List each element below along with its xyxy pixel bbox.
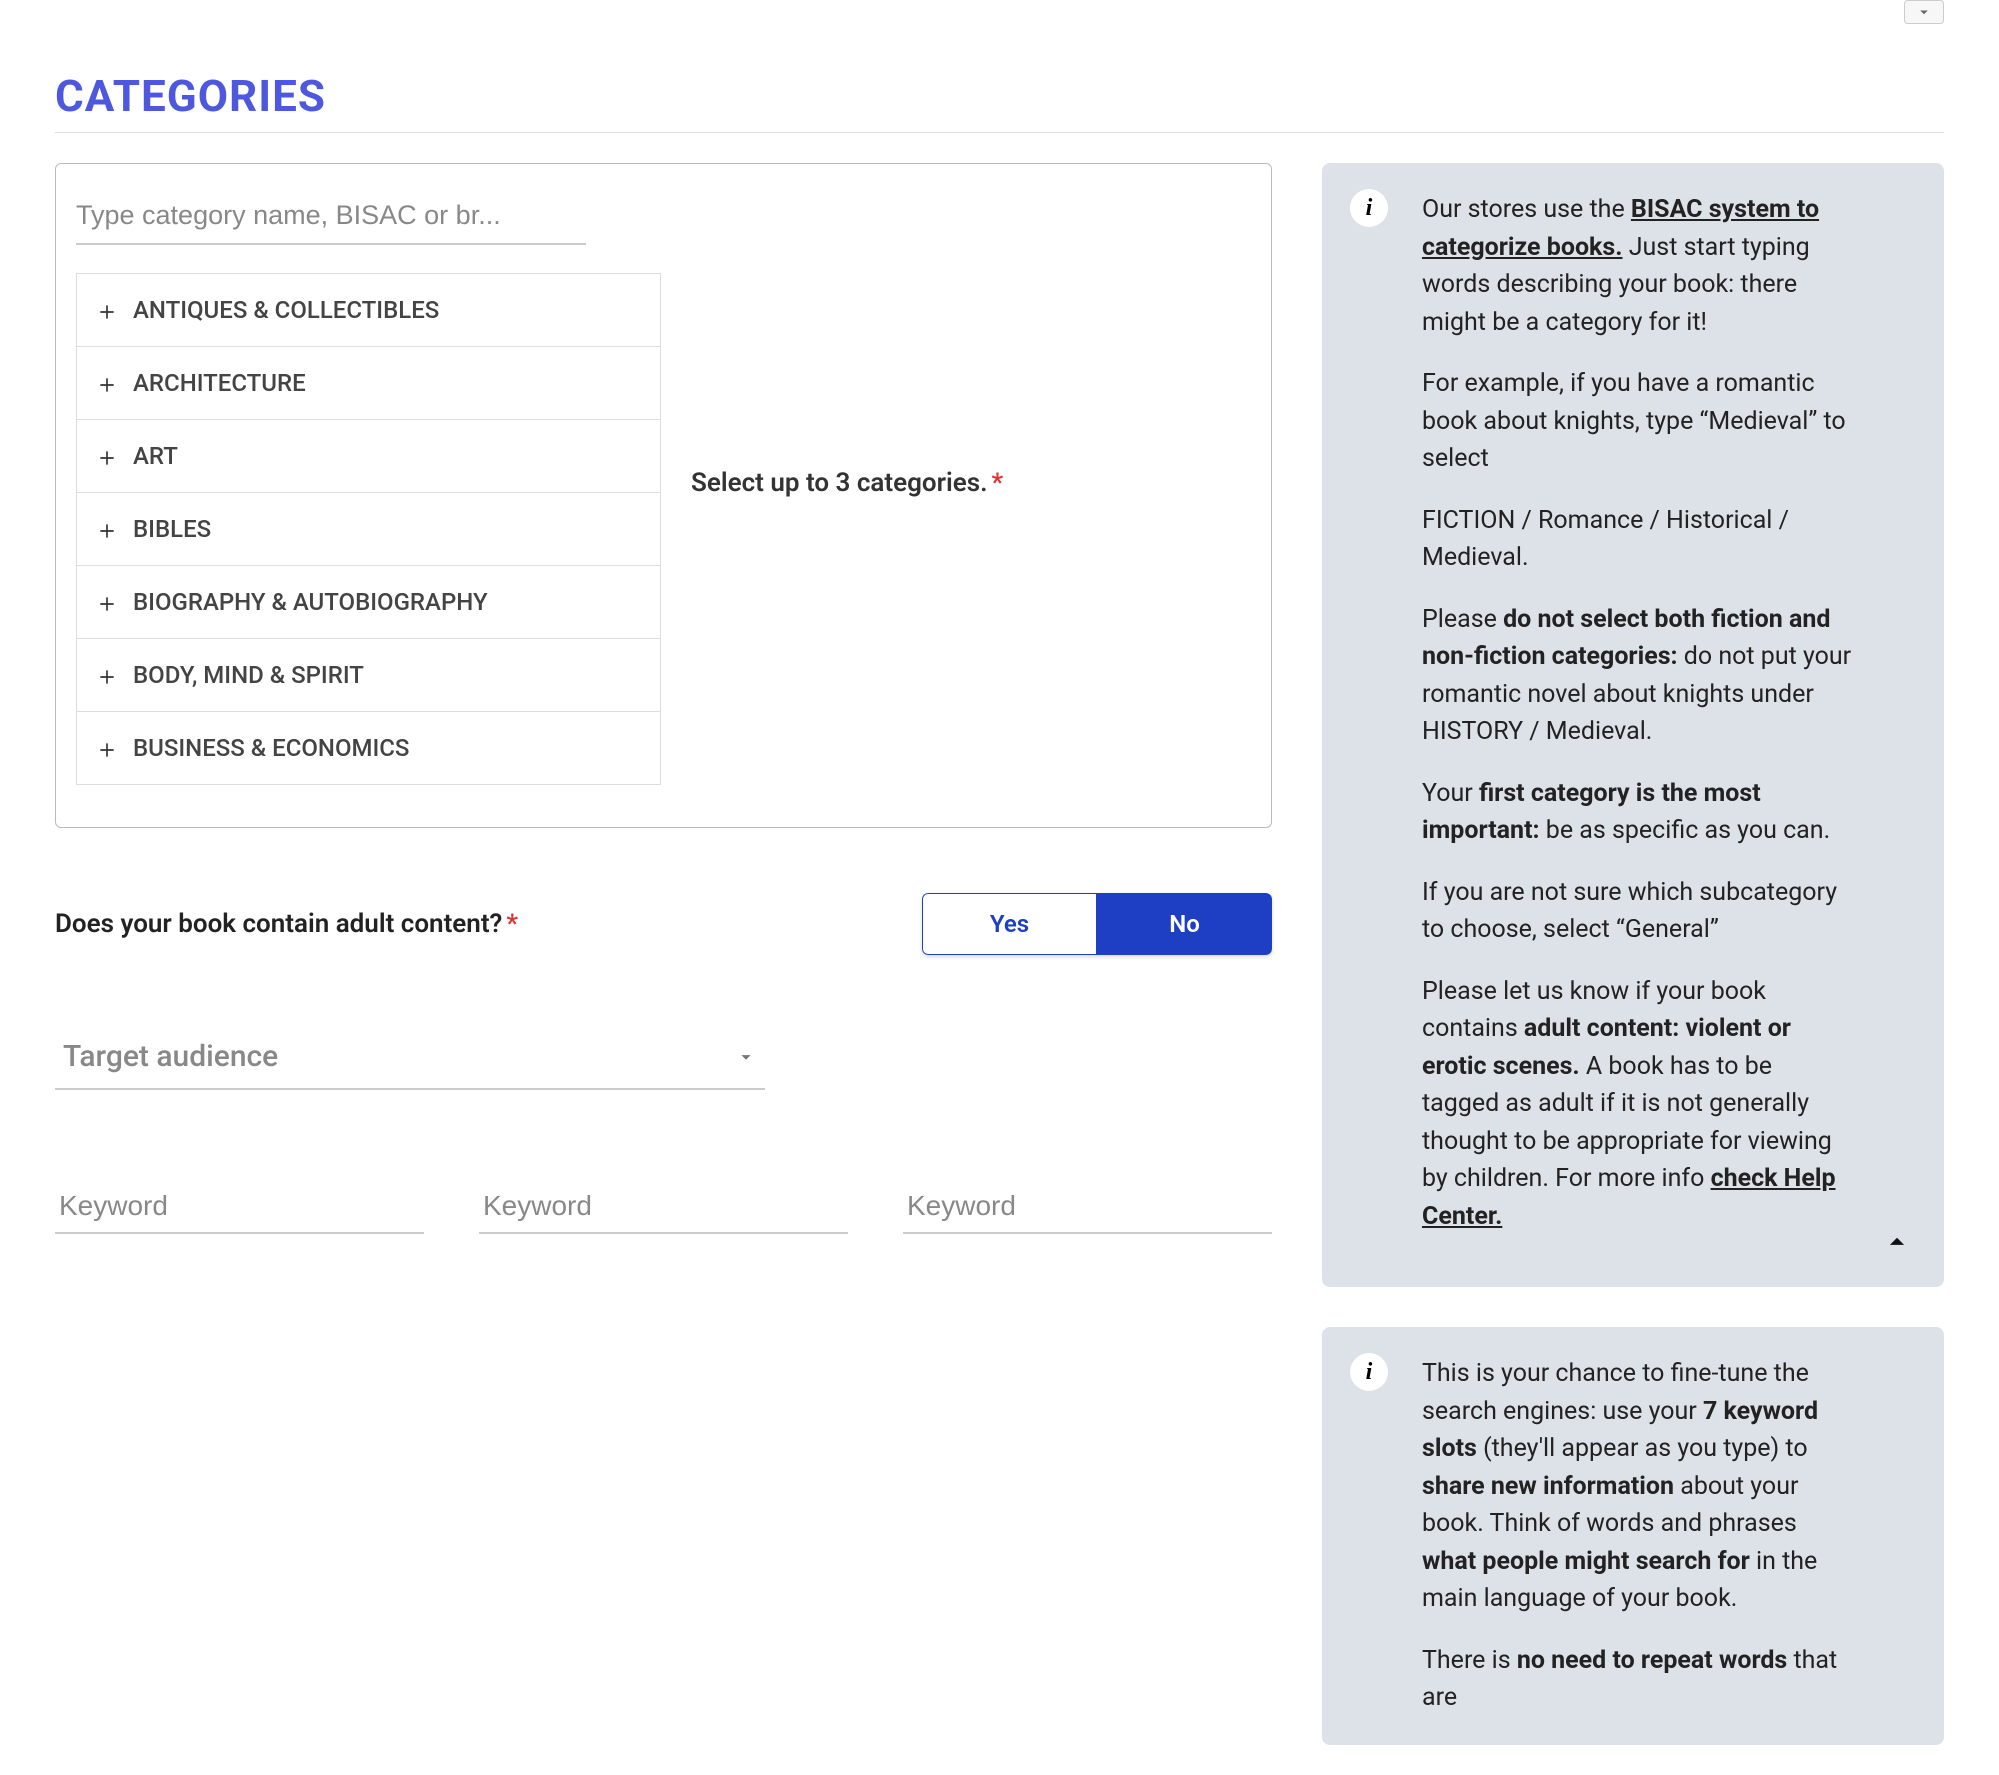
category-label: BODY, MIND & SPIRIT <box>133 661 364 689</box>
category-row[interactable]: BODY, MIND & SPIRIT <box>77 639 660 712</box>
adult-yes-button[interactable]: Yes <box>922 893 1097 955</box>
info-text: FICTION / Romance / Historical / Medieva… <box>1422 502 1854 577</box>
plus-icon <box>97 300 117 320</box>
category-search-input[interactable] <box>76 188 586 243</box>
target-audience-placeholder: Target audience <box>63 1039 278 1074</box>
category-list: ANTIQUES & COLLECTIBLES ARCHITECTURE ART… <box>76 273 661 785</box>
category-label: BIBLES <box>133 515 211 543</box>
keyword-input-2[interactable] <box>479 1180 848 1234</box>
select-up-to-label: Select up to 3 categories.* <box>691 468 1003 498</box>
adult-no-button[interactable]: No <box>1097 893 1272 955</box>
plus-icon <box>97 373 117 393</box>
chevron-down-icon <box>735 1046 757 1068</box>
required-asterisk: * <box>506 909 518 939</box>
category-row[interactable]: ART <box>77 420 660 493</box>
category-row[interactable]: BIBLES <box>77 493 660 566</box>
section-title: CATEGORIES <box>55 70 1944 122</box>
chevron-down-icon <box>1915 3 1933 21</box>
chevron-up-icon <box>1880 1225 1914 1259</box>
panel-expand-button[interactable] <box>1904 0 1944 24</box>
category-label: ART <box>133 442 178 470</box>
categories-box: ANTIQUES & COLLECTIBLES ARCHITECTURE ART… <box>55 163 1272 828</box>
info-text: Please let us know if your book contains… <box>1422 973 1854 1236</box>
category-label: ARCHITECTURE <box>133 369 306 397</box>
info-icon: i <box>1350 1353 1388 1391</box>
category-label: ANTIQUES & COLLECTIBLES <box>133 296 439 324</box>
adult-content-toggle: Yes No <box>922 893 1272 955</box>
categories-info-card: i Our stores use the BISAC system to cat… <box>1322 163 1944 1287</box>
info-text: For example, if you have a romantic book… <box>1422 365 1854 478</box>
collapse-info-button[interactable] <box>1880 1225 1914 1259</box>
section-divider <box>55 132 1944 133</box>
info-text: Your first category is the most importan… <box>1422 775 1854 850</box>
keywords-info-card: i This is your chance to fine-tune the s… <box>1322 1327 1944 1745</box>
category-label: BIOGRAPHY & AUTOBIOGRAPHY <box>133 588 488 616</box>
category-row[interactable]: ARCHITECTURE <box>77 347 660 420</box>
keyword-input-3[interactable] <box>903 1180 1272 1234</box>
category-row[interactable]: ANTIQUES & COLLECTIBLES <box>77 274 660 347</box>
target-audience-select[interactable]: Target audience <box>55 1025 765 1090</box>
required-asterisk: * <box>991 468 1003 498</box>
info-icon: i <box>1350 189 1388 227</box>
category-row[interactable]: BIOGRAPHY & AUTOBIOGRAPHY <box>77 566 660 639</box>
info-text: Our stores use the BISAC system to categ… <box>1422 191 1854 341</box>
plus-icon <box>97 446 117 466</box>
category-row[interactable]: BUSINESS & ECONOMICS <box>77 712 660 785</box>
info-text: Please do not select both fiction and no… <box>1422 601 1854 751</box>
plus-icon <box>97 519 117 539</box>
plus-icon <box>97 738 117 758</box>
info-text: There is no need to repeat words that ar… <box>1422 1642 1854 1717</box>
plus-icon <box>97 592 117 612</box>
adult-content-label: Does your book contain adult content?* <box>55 909 518 939</box>
info-text: This is your chance to fine-tune the sea… <box>1422 1355 1854 1618</box>
category-label: BUSINESS & ECONOMICS <box>133 734 409 762</box>
keyword-input-1[interactable] <box>55 1180 424 1234</box>
plus-icon <box>97 665 117 685</box>
info-text: If you are not sure which subcategory to… <box>1422 874 1854 949</box>
